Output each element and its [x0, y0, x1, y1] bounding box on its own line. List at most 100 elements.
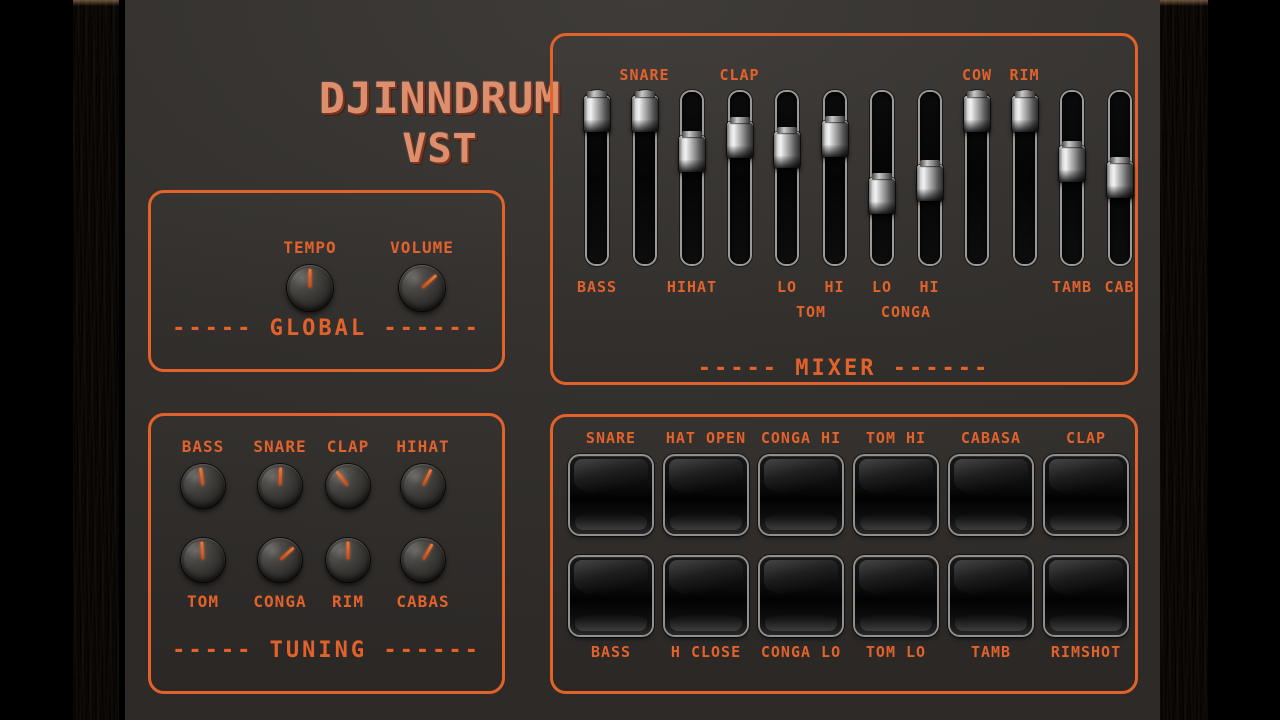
tuning-label-tom: TOM: [187, 592, 219, 611]
tuning-knob-tom[interactable]: [181, 538, 225, 582]
pad-label-bottom-5: RIMSHOT: [1050, 643, 1122, 661]
pad-label-top-5: CLAP: [1065, 429, 1107, 447]
plugin-chassis: DJINNDRUM VST ----- GLOBAL ------ ----- …: [125, 0, 1160, 720]
mixer-label-below-11: CAB: [1104, 278, 1135, 296]
pads-module: SNARE HAT OPEN CONGA HI TOM HI CABASA CLAP BAS…: [550, 414, 1138, 694]
mixer-slider-9[interactable]: [1011, 91, 1038, 264]
mixer-module-title: ----- MIXER ------: [697, 356, 991, 381]
knob-pointer: [420, 273, 438, 290]
mixer-slider-8[interactable]: [964, 91, 990, 264]
mixer-label-below-6: LO: [871, 278, 893, 296]
mixer-label-below-5: HI: [824, 278, 845, 296]
slider-thumb[interactable]: [631, 91, 658, 132]
slider-thumb[interactable]: [916, 159, 943, 201]
pad-label-bottom-3: TOM LO: [865, 643, 927, 661]
pad-label-top-0: SNARE: [585, 429, 637, 447]
global-knob-label-volume: VOLUME: [390, 238, 454, 257]
mixer-slider-11[interactable]: [1106, 92, 1133, 264]
mixer-label-below-2: HIHAT: [666, 278, 718, 296]
slider-thumb[interactable]: [869, 172, 895, 214]
pad-h-close[interactable]: [665, 557, 747, 635]
wood-side-panel-right: [1160, 0, 1208, 720]
tuning-knob-conga[interactable]: [258, 538, 302, 582]
tuning-label-bass: BASS: [181, 437, 225, 456]
pad-label-top-2: CONGA HI: [760, 429, 842, 447]
slider-track: [777, 92, 797, 264]
knob-pointer: [278, 467, 283, 487]
pad-clap[interactable]: [1045, 456, 1127, 534]
tuning-knob-clap[interactable]: [326, 464, 370, 508]
mixer-label-above-3: CLAP: [719, 66, 760, 84]
tuning-module-title: ----- TUNING ------: [172, 638, 481, 663]
knob-pointer: [421, 468, 433, 487]
mixer-slider-1[interactable]: [631, 91, 658, 264]
slider-thumb[interactable]: [679, 130, 705, 172]
tuning-label-conga: CONGA: [253, 592, 307, 611]
mixer-label-above-9: RIM: [1009, 66, 1040, 84]
pad-snare[interactable]: [570, 456, 652, 534]
slider-thumb[interactable]: [964, 91, 990, 132]
pad-hat-open[interactable]: [665, 456, 747, 534]
pad-label-top-3: TOM HI: [865, 429, 927, 447]
mixer-group-label-conga: CONGA: [880, 303, 932, 321]
mixer-label-below-0: BASS: [576, 278, 618, 296]
global-knob-label-tempo: TEMPO: [283, 238, 337, 257]
pad-label-bottom-0: BASS: [590, 643, 632, 661]
mixer-slider-2[interactable]: [679, 92, 705, 264]
slider-track: [682, 92, 702, 264]
slider-thumb[interactable]: [821, 116, 848, 158]
pad-label-top-4: CABASA: [960, 429, 1022, 447]
tuning-label-rim: RIM: [332, 592, 364, 611]
knob-pointer: [335, 470, 350, 487]
tuning-knob-rim[interactable]: [326, 538, 370, 582]
slider-thumb[interactable]: [1106, 157, 1133, 198]
pad-label-bottom-4: TAMB: [970, 643, 1012, 661]
slider-thumb[interactable]: [726, 117, 753, 159]
knob-pointer: [198, 467, 205, 487]
mixer-slider-4[interactable]: [774, 92, 800, 264]
pad-bass[interactable]: [570, 557, 652, 635]
tuning-label-clap: CLAP: [326, 437, 370, 456]
knob-pointer: [278, 546, 295, 562]
pad-cabasa[interactable]: [950, 456, 1032, 534]
tuning-label-hihat: HIHAT: [396, 437, 450, 456]
mixer-slider-7[interactable]: [916, 92, 943, 264]
slider-thumb[interactable]: [584, 91, 610, 132]
tuning-label-snare: SNARE: [253, 437, 307, 456]
tuning-knob-cabas[interactable]: [401, 538, 445, 582]
tuning-knob-hihat[interactable]: [401, 464, 445, 508]
tuning-knob-bass[interactable]: [181, 464, 225, 508]
mixer-slider-3[interactable]: [726, 92, 753, 264]
tuning-knob-snare[interactable]: [258, 464, 302, 508]
plugin-window: DJINNDRUM VST ----- GLOBAL ------ ----- …: [0, 0, 1280, 720]
mixer-label-above-1: SNARE: [619, 66, 670, 84]
pad-label-bottom-1: H CLOSE: [670, 643, 742, 661]
mixer-label-below-7: HI: [919, 278, 940, 296]
pad-tom-hi[interactable]: [855, 456, 937, 534]
knob-pointer: [200, 541, 205, 561]
pad-label-top-1: HAT OPEN: [665, 429, 747, 447]
knob-pointer: [308, 268, 312, 288]
global-module-title: ----- GLOBAL ------: [172, 316, 481, 341]
mixer-label-below-4: LO: [776, 278, 798, 296]
pad-conga-lo[interactable]: [760, 557, 842, 635]
slider-thumb[interactable]: [1011, 91, 1038, 132]
mixer-slider-5[interactable]: [821, 92, 848, 264]
pad-label-bottom-2: CONGA LO: [760, 643, 842, 661]
tuning-label-cabas: CABAS: [396, 592, 450, 611]
global-knob-tempo[interactable]: [287, 265, 333, 311]
pad-rimshot[interactable]: [1045, 557, 1127, 635]
slider-thumb[interactable]: [774, 126, 800, 168]
pad-tom-lo[interactable]: [855, 557, 937, 635]
slider-thumb[interactable]: [1059, 141, 1085, 183]
global-knob-volume[interactable]: [399, 265, 445, 311]
pad-tamb[interactable]: [950, 557, 1032, 635]
mixer-slider-0[interactable]: [584, 91, 610, 264]
mixer-slider-6[interactable]: [869, 92, 895, 264]
mixer-label-below-10: TAMB: [1051, 278, 1093, 296]
knob-pointer: [421, 543, 434, 561]
knob-pointer: [346, 541, 350, 560]
pad-conga-hi[interactable]: [760, 456, 842, 534]
mixer-slider-10[interactable]: [1059, 92, 1085, 264]
mixer-label-above-8: COW: [961, 66, 993, 84]
